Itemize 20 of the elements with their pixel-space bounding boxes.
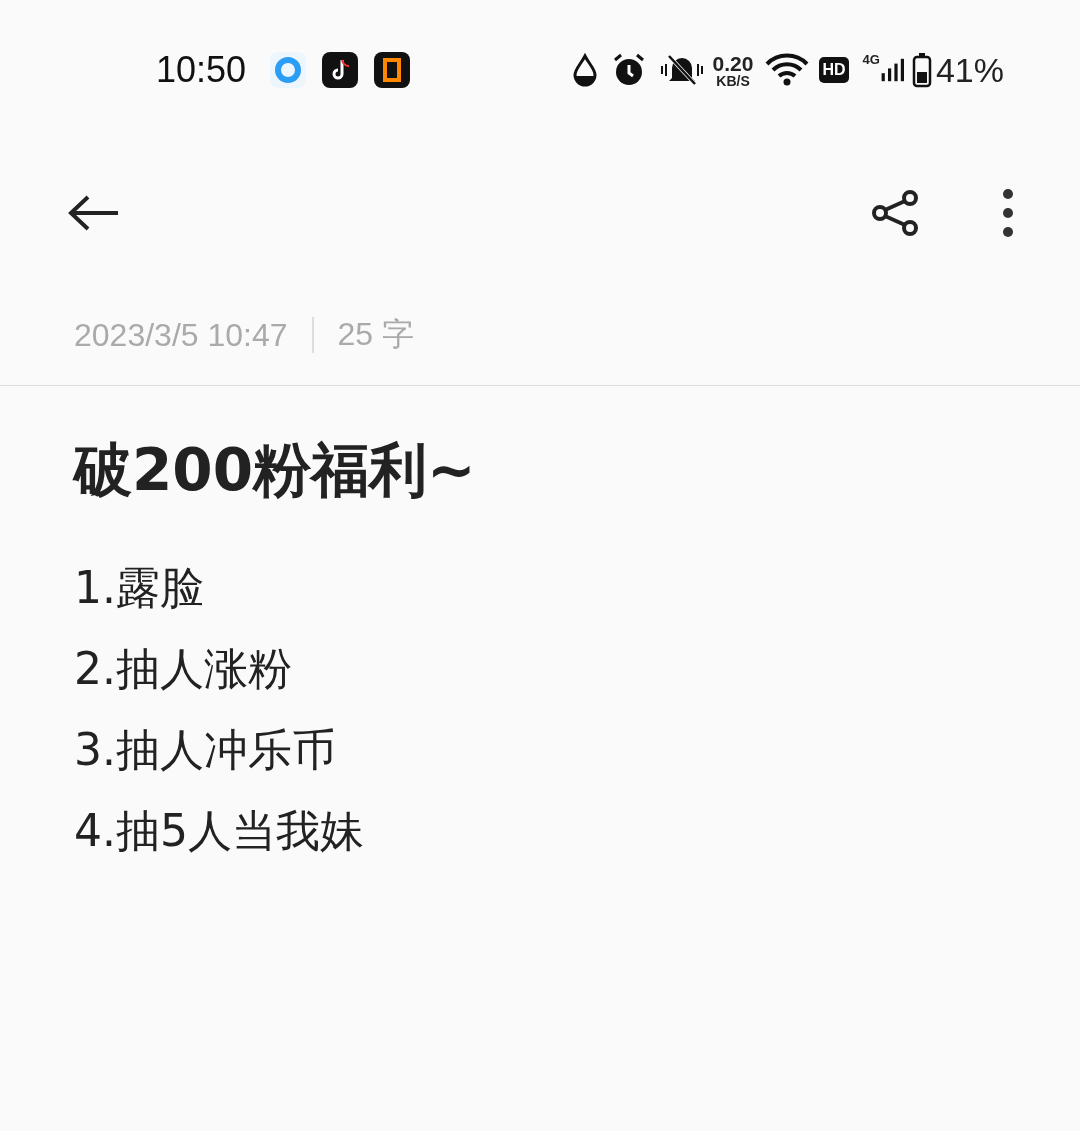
app-icon	[322, 52, 359, 88]
muted-bell-icon	[658, 52, 705, 88]
note-date: 2023/3/5 10:47	[74, 316, 288, 354]
battery-icon	[911, 52, 932, 88]
more-menu-button[interactable]	[1002, 188, 1014, 237]
network-type: 4G	[862, 52, 880, 67]
note-line: 1.露脸	[74, 561, 204, 615]
battery-percent: 41%	[935, 50, 1004, 90]
note-line: 3.抽人冲乐币	[74, 723, 336, 777]
word-count: 25 字	[337, 315, 414, 354]
status-time: 10:50	[156, 49, 247, 91]
note-line: 4.抽5人当我妹	[74, 804, 364, 858]
note-title: 破200粉福利~	[74, 435, 477, 506]
network-speed-unit: KB/S	[716, 73, 750, 88]
wifi-icon	[765, 52, 810, 88]
hd-badge: HD	[819, 57, 849, 83]
network-speed: 0.20	[712, 52, 754, 74]
note-line: 2.抽人涨粉	[74, 642, 292, 696]
app-icon	[374, 52, 411, 88]
app-icon	[270, 52, 307, 88]
